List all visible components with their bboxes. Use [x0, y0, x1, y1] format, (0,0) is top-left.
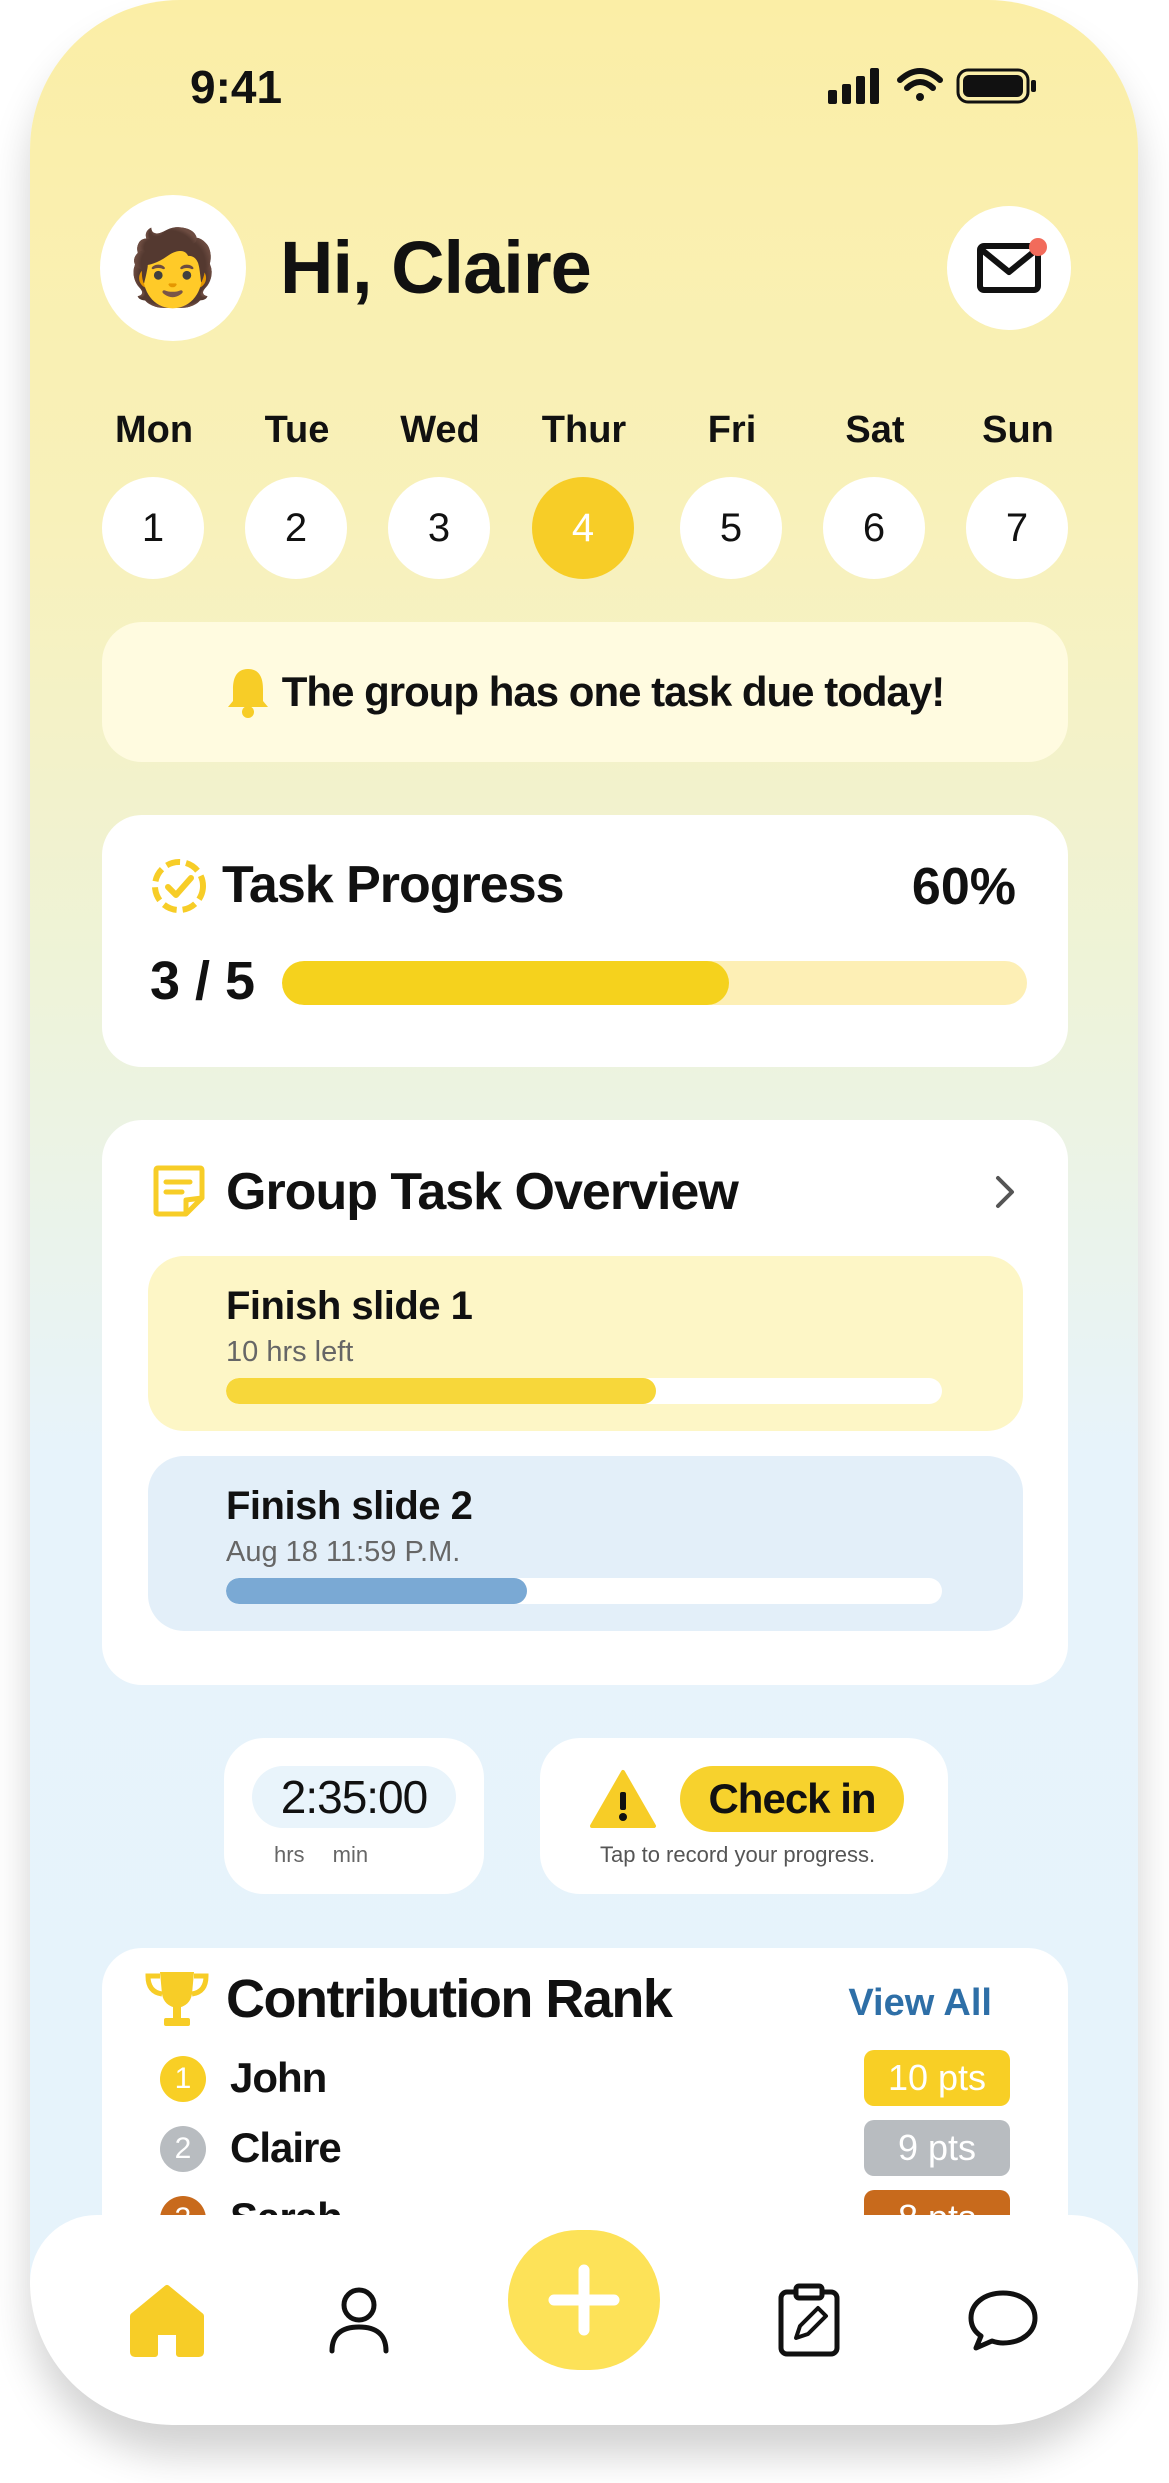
day-fri[interactable]: Fri 5 — [680, 405, 784, 579]
rank-badge: 2 — [160, 2126, 206, 2172]
timer-card[interactable]: 2:35:00 hrs min — [224, 1738, 484, 1894]
trophy-icon — [145, 1972, 209, 2026]
week-strip: Mon 1 Tue 2 Wed 3 Thur 4 Fri 5 Sat 6 Sun… — [102, 405, 1072, 585]
day-name: Tue — [264, 409, 330, 451]
rank-badge: 1 — [160, 2056, 206, 2102]
nav-profile[interactable] — [314, 2275, 404, 2365]
day-number: 6 — [823, 477, 925, 579]
nav-chat[interactable] — [958, 2275, 1048, 2365]
day-name: Thur — [541, 409, 627, 451]
overview-title: Group Task Overview — [226, 1163, 739, 1221]
avatar-emoji: 🧑 — [126, 225, 220, 309]
group-task-overview-card: Group Task Overview Finish slide 1 10 hr… — [102, 1120, 1068, 1685]
day-number: 1 — [102, 477, 204, 579]
nav-home[interactable] — [122, 2275, 212, 2365]
notification-dot — [1029, 238, 1047, 256]
day-number: 2 — [245, 477, 347, 579]
home-icon — [130, 2285, 204, 2357]
task-item-slide-2[interactable]: Finish slide 2 Aug 18 11:59 P.M. — [148, 1456, 1023, 1631]
day-number: 5 — [680, 477, 782, 579]
day-name: Fri — [707, 409, 757, 451]
chevron-right-icon[interactable] — [994, 1172, 1018, 1212]
task-progress-bar — [282, 961, 1027, 1005]
rank-points: 9 pts — [864, 2120, 1010, 2176]
task-progress-fill — [282, 961, 729, 1005]
status-time: 9:41 — [190, 61, 283, 113]
task-name: Finish slide 2 — [226, 1484, 473, 1528]
day-thur[interactable]: Thur 4 — [532, 405, 636, 579]
profile-icon — [329, 2287, 389, 2354]
day-sat[interactable]: Sat 6 — [823, 405, 927, 579]
due-notice[interactable]: The group has one task due today! — [102, 622, 1068, 762]
day-sun[interactable]: Sun 7 — [966, 405, 1070, 579]
greeting-title: Hi, Claire — [280, 226, 592, 309]
day-number: 7 — [966, 477, 1068, 579]
battery-icon — [956, 68, 1036, 104]
task-progress-fill — [226, 1578, 527, 1604]
rank-title: Contribution Rank — [226, 1969, 673, 2029]
task-progress-bar — [226, 1578, 942, 1604]
clipboard-icon — [778, 2283, 840, 2357]
rank-name: John — [230, 2054, 327, 2101]
task-progress-card[interactable]: Task Progress 60% 3 / 5 — [102, 815, 1068, 1067]
day-number-selected: 4 — [532, 477, 634, 579]
task-progress-percent: 60% — [911, 858, 1016, 916]
rank-row[interactable]: 2 Claire 9 pts — [160, 2120, 1010, 2180]
wifi-icon — [897, 68, 943, 101]
bell-icon — [227, 669, 268, 718]
add-button[interactable] — [508, 2230, 660, 2370]
day-name: Mon — [114, 409, 194, 451]
phone-frame: 9:41 🧑 Hi, Claire Mon 1 Tue 2 Wed 3 Thur… — [30, 0, 1138, 2425]
mail-button[interactable] — [947, 206, 1071, 330]
task-progress-bar — [226, 1378, 942, 1404]
note-icon — [153, 1165, 205, 1217]
rank-points: 10 pts — [864, 2050, 1010, 2106]
avatar[interactable]: 🧑 — [100, 195, 246, 341]
status-icons — [828, 62, 1048, 112]
day-name: Sun — [982, 409, 1054, 451]
notice-text: The group has one task due today! — [281, 668, 945, 715]
task-deadline: Aug 18 11:59 P.M. — [226, 1536, 461, 1568]
check-in-card: Check in Tap to record your progress. — [540, 1738, 948, 1894]
task-progress-fill — [226, 1378, 656, 1404]
warning-icon — [590, 1770, 656, 1828]
rank-name: Claire — [230, 2124, 342, 2171]
chat-icon — [968, 2290, 1038, 2351]
day-name: Wed — [400, 409, 480, 451]
day-wed[interactable]: Wed 3 — [388, 405, 492, 579]
day-tue[interactable]: Tue 2 — [245, 405, 349, 579]
task-progress-count: 3 / 5 — [150, 951, 256, 1011]
bottom-nav — [30, 2215, 1138, 2425]
day-number: 3 — [388, 477, 490, 579]
check-in-hint: Tap to record your progress. — [600, 1842, 876, 1867]
view-all-link[interactable]: View All — [848, 1982, 992, 2025]
rank-row[interactable]: 1 John 10 pts — [160, 2050, 1010, 2110]
task-item-slide-1[interactable]: Finish slide 1 10 hrs left — [148, 1256, 1023, 1431]
day-name: Sat — [845, 409, 905, 451]
progress-check-icon — [152, 859, 206, 913]
timer-value: 2:35:00 — [252, 1766, 456, 1828]
nav-tasks[interactable] — [764, 2275, 854, 2365]
signal-icon — [828, 68, 879, 104]
day-mon[interactable]: Mon 1 — [102, 405, 206, 579]
add-icon — [548, 2264, 620, 2336]
task-progress-title: Task Progress — [222, 856, 565, 914]
check-in-button[interactable]: Check in — [680, 1766, 904, 1832]
task-deadline: 10 hrs left — [226, 1336, 354, 1368]
task-name: Finish slide 1 — [226, 1284, 473, 1328]
timer-units: hrs min — [274, 1842, 369, 1867]
